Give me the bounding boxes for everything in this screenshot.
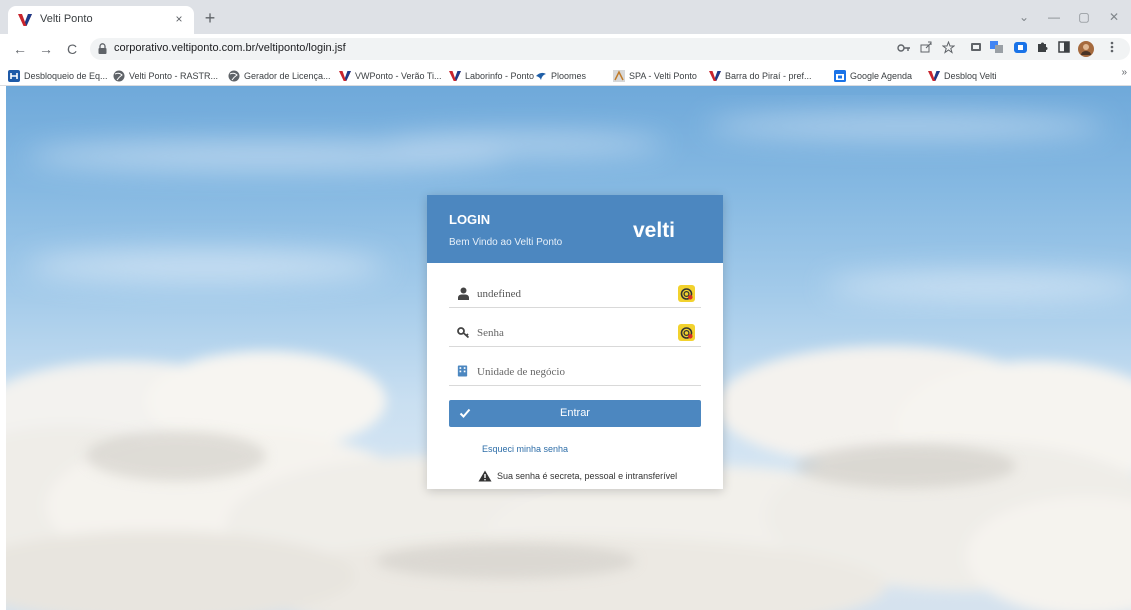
- velti-icon: [928, 70, 940, 81]
- key-icon[interactable]: [896, 41, 912, 57]
- minimize-button[interactable]: —: [1042, 7, 1066, 27]
- bookmark-item[interactable]: VWPonto - Verão Ti...: [339, 68, 442, 83]
- bookmarks-overflow-button[interactable]: »: [1121, 67, 1127, 78]
- star-icon[interactable]: [940, 40, 956, 57]
- close-window-button[interactable]: ✕: [1102, 7, 1126, 27]
- forward-button[interactable]: →: [36, 39, 56, 59]
- key-icon: [457, 327, 470, 339]
- page-viewport: LOGIN Bem Vindo ao Velti Ponto velti und…: [6, 86, 1131, 610]
- login-title: LOGIN: [449, 212, 491, 227]
- address-bar[interactable]: corporativo.veltiponto.com.br/veltiponto…: [90, 38, 1130, 60]
- bookmark-item[interactable]: Google Agenda: [834, 68, 912, 83]
- calendar-icon: [834, 69, 846, 82]
- login-header: LOGIN Bem Vindo ao Velti Ponto velti: [427, 195, 723, 263]
- warning-icon: [478, 470, 492, 482]
- bookmark-item[interactable]: Laborinfo - Ponto: [449, 68, 534, 83]
- bookmark-item[interactable]: SPA - Velti Ponto: [613, 68, 697, 83]
- blue-square-icon: [8, 69, 20, 82]
- puzzle-icon[interactable]: [1034, 41, 1050, 57]
- velti-icon: [709, 70, 721, 81]
- business-unit-input[interactable]: [477, 362, 667, 382]
- spa-icon: [613, 69, 625, 82]
- avatar[interactable]: [1078, 41, 1094, 57]
- restore-button[interactable]: ▢: [1072, 7, 1096, 27]
- tab-title: Velti Ponto: [40, 13, 93, 25]
- tab-velti-ponto[interactable]: Velti Ponto ×: [8, 6, 194, 34]
- browser-toolbar: ← → C corporativo.veltiponto.com.br/velt…: [0, 34, 1131, 64]
- password-manager-icon[interactable]: [678, 324, 695, 341]
- globe-icon: [228, 70, 240, 81]
- bookmark-item[interactable]: Desbloqueio de Eq...: [8, 68, 108, 83]
- velti-icon: [18, 14, 32, 26]
- password-manager-icon[interactable]: [678, 285, 695, 302]
- back-button[interactable]: ←: [10, 39, 30, 59]
- share-icon[interactable]: [918, 41, 934, 57]
- velti-icon: [449, 70, 461, 81]
- velti-logo: velti: [633, 219, 676, 242]
- bookmark-item[interactable]: Velti Ponto - RASTR...: [113, 68, 218, 83]
- bookmark-item[interactable]: Ploomes: [535, 68, 586, 83]
- bookmark-item[interactable]: Barra do Piraí - pref...: [709, 68, 812, 83]
- tab-strip: Velti Ponto × + ⌄ — ▢ ✕: [0, 0, 1131, 34]
- ploomes-icon: [536, 72, 546, 80]
- password-warning: Sua senha é secreta, pessoal e intransfe…: [478, 469, 677, 483]
- bookmark-item[interactable]: Desbloq Velti: [928, 68, 997, 83]
- velti-icon: [339, 70, 351, 81]
- enter-button[interactable]: Entrar: [449, 400, 701, 427]
- sidepanel-icon[interactable]: [1056, 41, 1072, 57]
- user-icon: [458, 287, 469, 300]
- translate-icon[interactable]: [988, 41, 1004, 57]
- new-tab-button[interactable]: +: [200, 9, 220, 29]
- bookmarks-bar: Desbloqueio de Eq... Velti Ponto - RASTR…: [0, 64, 1131, 86]
- lock-icon: [98, 43, 107, 54]
- business-unit-field: [449, 358, 701, 386]
- login-card: LOGIN Bem Vindo ao Velti Ponto velti und…: [427, 195, 723, 489]
- extension-icon[interactable]: [1012, 41, 1028, 57]
- login-subtitle: Bem Vindo ao Velti Ponto: [449, 237, 563, 248]
- bookmark-item[interactable]: Gerador de Licença...: [228, 68, 331, 83]
- globe-icon: [113, 70, 125, 81]
- reload-button[interactable]: C: [62, 39, 82, 59]
- close-tab-button[interactable]: ×: [170, 10, 188, 28]
- menu-icon[interactable]: [1104, 41, 1120, 57]
- username-input[interactable]: [477, 284, 667, 304]
- password-field: [449, 319, 701, 347]
- warning-text: Sua senha é secreta, pessoal e intransfe…: [497, 471, 678, 481]
- username-field: [449, 280, 701, 308]
- enter-button-label: Entrar: [560, 407, 590, 419]
- forgot-password-link[interactable]: Esqueci minha senha: [482, 444, 568, 454]
- url-text: corporativo.veltiponto.com.br/veltiponto…: [114, 42, 346, 54]
- tab-search-button[interactable]: ⌄: [1012, 7, 1036, 27]
- building-icon: [457, 365, 468, 377]
- cast-icon[interactable]: [968, 41, 984, 57]
- password-input[interactable]: [477, 323, 667, 343]
